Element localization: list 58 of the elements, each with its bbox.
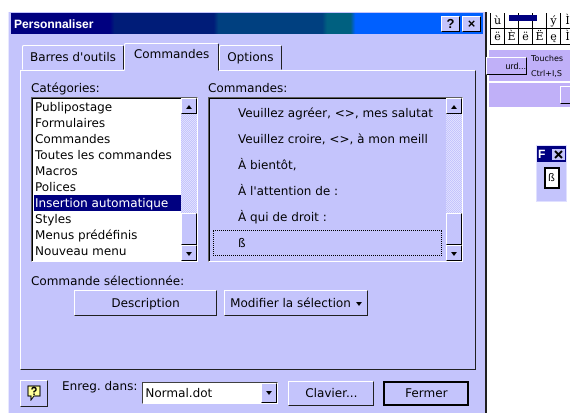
list-item[interactable]: Menus prédéfinis — [34, 227, 181, 243]
dropdown-button[interactable]: Modifier la sélection — [224, 290, 368, 316]
scroll-thumb[interactable] — [181, 213, 197, 245]
list-item[interactable]: Veuillez croire, <>, à mon meill — [213, 126, 442, 152]
background-text: Touches — [531, 54, 564, 62]
list-item[interactable]: Polices — [34, 179, 181, 195]
list-item[interactable]: À qui de droit : — [213, 204, 442, 230]
close-button[interactable]: × — [462, 16, 481, 32]
field-label: Catégories: — [31, 80, 101, 97]
list-item[interactable]: Veuillez agréer, <>, mes salutat — [213, 100, 442, 126]
tab[interactable]: Options — [219, 45, 282, 70]
scroll-down-button[interactable] — [181, 245, 197, 261]
window-title: Personnaliser — [14, 16, 94, 30]
character-cell[interactable]: ý — [547, 13, 561, 29]
toolbar-button[interactable]: ß — [544, 167, 560, 189]
list-item[interactable]: À bientôt, — [213, 152, 442, 178]
field-label: Commandes: — [208, 80, 288, 97]
field-label: Commande sélectionnée: — [31, 273, 186, 290]
help-balloon-icon — [27, 385, 41, 401]
scrollbar[interactable] — [181, 98, 197, 261]
toolbar-title: F — [538, 148, 546, 160]
character-cell[interactable]: Ë — [533, 29, 547, 45]
background-button[interactable]: urd... — [486, 56, 527, 74]
scroll-up-button[interactable] — [181, 98, 197, 114]
character-cell[interactable]: È — [505, 29, 519, 45]
character-cell[interactable]: ë — [491, 29, 505, 45]
list-item[interactable]: À l'attention de : — [213, 178, 442, 204]
list-item[interactable]: Insertion automatique — [34, 195, 181, 211]
list-item[interactable]: Toutes les commandes — [34, 147, 181, 163]
save-in-dropdown[interactable]: Normal.dot — [142, 382, 278, 404]
close-icon[interactable] — [552, 148, 565, 160]
scroll-up-button[interactable] — [446, 98, 462, 114]
dialog-button[interactable]: Fermer — [383, 380, 470, 406]
tab[interactable]: Barres d'outils — [22, 45, 124, 70]
dialog-button[interactable]: Clavier... — [288, 380, 374, 406]
help-button[interactable] — [20, 380, 48, 406]
description-button[interactable]: Description — [74, 290, 217, 316]
tab[interactable]: Commandes — [124, 43, 220, 71]
list-item[interactable]: Formulaires — [34, 115, 181, 131]
help-button[interactable]: ? — [441, 16, 460, 32]
background-text: Ctrl+I,S — [531, 68, 563, 78]
character-cell[interactable]: ù — [491, 13, 505, 29]
character-cell[interactable]: ë — [519, 29, 533, 45]
list-item[interactable]: Nouveau menu — [34, 243, 181, 259]
field-label: Enreg. dans: — [62, 379, 138, 393]
scroll-thumb[interactable] — [446, 213, 462, 245]
character-cell[interactable]: Ì — [561, 13, 570, 29]
character-cell[interactable]: ę — [547, 29, 561, 45]
character-cell[interactable]: Ì — [561, 29, 570, 45]
dropdown-arrow-button[interactable] — [261, 383, 278, 403]
list-item[interactable]: Styles — [34, 211, 181, 227]
list-item[interactable]: Commandes — [34, 131, 181, 147]
list-item[interactable]: Macros — [34, 163, 181, 179]
scroll-down-button[interactable] — [446, 245, 462, 261]
scrollbar[interactable] — [446, 98, 462, 261]
list-item[interactable]: Publipostage — [34, 99, 181, 115]
list-item[interactable]: ß — [213, 230, 442, 256]
selection-highlight — [509, 15, 537, 21]
